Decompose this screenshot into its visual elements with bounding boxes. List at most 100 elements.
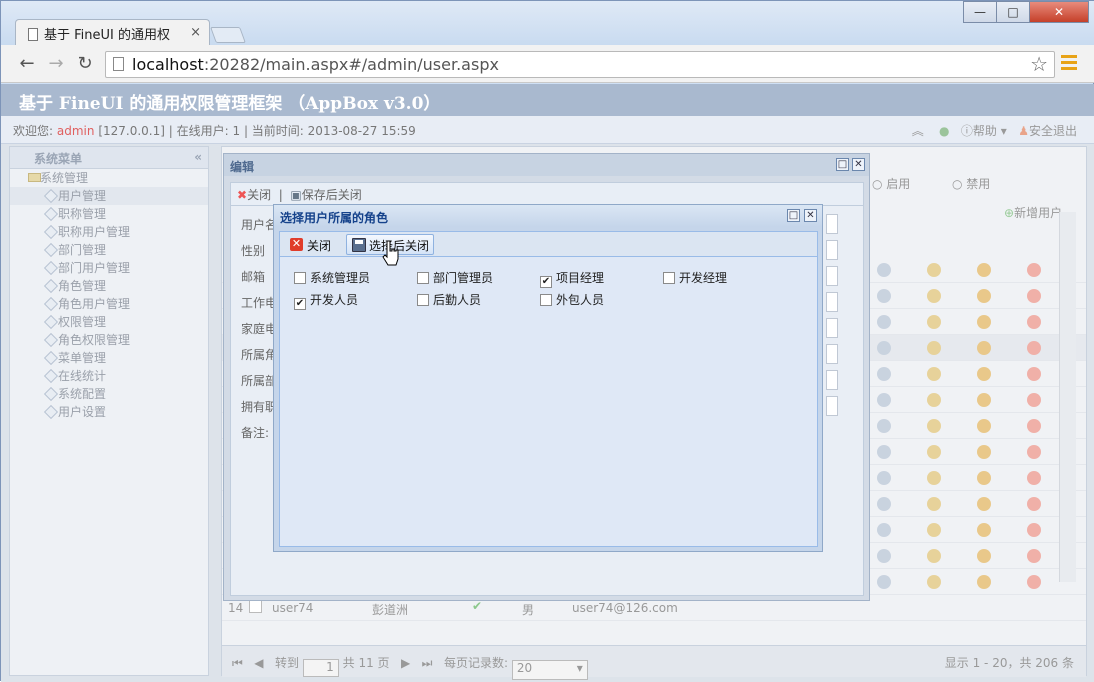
- key-icon[interactable]: [927, 549, 941, 563]
- role-checkbox[interactable]: 外包人员: [540, 291, 604, 308]
- info-icon[interactable]: [877, 471, 891, 485]
- info-icon[interactable]: [877, 419, 891, 433]
- filter-enabled-radio[interactable]: ○ 启用: [872, 177, 910, 191]
- edit-icon[interactable]: [977, 263, 991, 277]
- delete-icon[interactable]: [1027, 523, 1041, 537]
- sidebar-item[interactable]: 职称用户管理: [10, 223, 208, 241]
- form-field[interactable]: [826, 240, 838, 260]
- refresh-icon[interactable]: ●: [939, 124, 949, 138]
- maximize-button[interactable]: □: [996, 1, 1030, 23]
- key-icon[interactable]: [927, 393, 941, 407]
- delete-icon[interactable]: [1027, 497, 1041, 511]
- key-icon[interactable]: [927, 497, 941, 511]
- reload-button[interactable]: ↻: [73, 53, 97, 74]
- sidebar-item[interactable]: 用户设置: [10, 403, 208, 421]
- minimize-button[interactable]: —: [963, 1, 997, 23]
- key-icon[interactable]: [927, 419, 941, 433]
- sidebar-item[interactable]: 职称管理: [10, 205, 208, 223]
- unchecked-box[interactable]: [417, 272, 429, 284]
- key-icon[interactable]: [927, 263, 941, 277]
- info-icon[interactable]: [877, 497, 891, 511]
- sidebar-collapse-icon[interactable]: «: [194, 150, 202, 164]
- delete-icon[interactable]: [1027, 471, 1041, 485]
- sidebar-item[interactable]: 权限管理: [10, 313, 208, 331]
- delete-icon[interactable]: [1027, 289, 1041, 303]
- close-window-button[interactable]: ✕: [1029, 1, 1089, 23]
- edit-icon[interactable]: [977, 419, 991, 433]
- role-close-button[interactable]: ✕ 关闭: [284, 234, 336, 255]
- sidebar-item[interactable]: 角色管理: [10, 277, 208, 295]
- info-icon[interactable]: [877, 341, 891, 355]
- info-icon[interactable]: [877, 445, 891, 459]
- edit-icon[interactable]: [977, 341, 991, 355]
- delete-icon[interactable]: [1027, 315, 1041, 329]
- back-button[interactable]: ←: [15, 53, 39, 74]
- role-close-icon[interactable]: ✕: [804, 209, 817, 222]
- collapse-up-icon[interactable]: ︽: [912, 124, 924, 138]
- sidebar-item[interactable]: 菜单管理: [10, 349, 208, 367]
- info-icon[interactable]: [877, 263, 891, 277]
- sidebar-item[interactable]: 角色权限管理: [10, 331, 208, 349]
- edit-icon[interactable]: [977, 471, 991, 485]
- key-icon[interactable]: [927, 523, 941, 537]
- delete-icon[interactable]: [1027, 393, 1041, 407]
- info-icon[interactable]: [877, 289, 891, 303]
- key-icon[interactable]: [927, 445, 941, 459]
- sidebar-item[interactable]: 用户管理: [10, 187, 208, 205]
- add-user-button[interactable]: ⊕新增用户: [1004, 204, 1062, 221]
- unchecked-box[interactable]: [417, 294, 429, 306]
- sidebar-item[interactable]: 在线统计: [10, 367, 208, 385]
- checked-box[interactable]: ✔: [540, 276, 552, 288]
- role-checkbox[interactable]: 系统管理员: [294, 269, 370, 286]
- tab-close-icon[interactable]: ×: [190, 25, 201, 40]
- page-size-select[interactable]: 20 ▾: [511, 660, 588, 680]
- key-icon[interactable]: [927, 315, 941, 329]
- first-page-icon[interactable]: ⏮: [232, 656, 243, 670]
- edit-icon[interactable]: [977, 393, 991, 407]
- browser-menu-icon[interactable]: [1061, 55, 1077, 71]
- form-field[interactable]: [826, 266, 838, 286]
- row-checkbox[interactable]: [249, 600, 262, 613]
- form-field[interactable]: [826, 370, 838, 390]
- form-field[interactable]: [826, 318, 838, 338]
- delete-icon[interactable]: [1027, 419, 1041, 433]
- info-icon[interactable]: [877, 393, 891, 407]
- filter-disabled-radio[interactable]: ○ 禁用: [952, 175, 990, 192]
- page-input[interactable]: 1: [302, 659, 339, 677]
- role-checkbox[interactable]: 部门管理员: [417, 269, 493, 286]
- delete-icon[interactable]: [1027, 445, 1041, 459]
- sidebar-item[interactable]: 部门管理: [10, 241, 208, 259]
- form-field[interactable]: [826, 292, 838, 312]
- checked-box[interactable]: ✔: [294, 298, 306, 310]
- edit-icon[interactable]: [977, 289, 991, 303]
- new-tab-button[interactable]: [210, 27, 246, 43]
- address-bar[interactable]: localhost:20282/main.aspx#/admin/user.as…: [105, 51, 1055, 78]
- edit-save-close-button[interactable]: ▣保存后关闭: [290, 188, 361, 202]
- role-checkbox[interactable]: ✔ 项目经理: [540, 269, 604, 288]
- bookmark-star-icon[interactable]: ☆: [1030, 52, 1048, 76]
- unchecked-box[interactable]: [663, 272, 675, 284]
- next-page-icon[interactable]: ▶: [401, 656, 410, 670]
- form-field[interactable]: [826, 344, 838, 364]
- form-field[interactable]: [826, 396, 838, 416]
- unchecked-box[interactable]: [294, 272, 306, 284]
- key-icon[interactable]: [927, 575, 941, 589]
- edit-icon[interactable]: [977, 575, 991, 589]
- edit-icon[interactable]: [977, 445, 991, 459]
- grid-scrollbar[interactable]: [1059, 212, 1076, 582]
- logout-link[interactable]: 安全退出: [1029, 124, 1077, 138]
- tree-root[interactable]: 系统管理: [10, 169, 208, 187]
- edit-close-button[interactable]: ✖关闭: [237, 188, 271, 202]
- info-icon[interactable]: [877, 549, 891, 563]
- last-page-icon[interactable]: ⏭: [422, 656, 433, 670]
- info-icon[interactable]: [877, 315, 891, 329]
- edit-icon[interactable]: [977, 523, 991, 537]
- delete-icon[interactable]: [1027, 263, 1041, 277]
- sidebar-item[interactable]: 角色用户管理: [10, 295, 208, 313]
- help-menu[interactable]: 帮助: [973, 124, 997, 138]
- key-icon[interactable]: [927, 367, 941, 381]
- key-icon[interactable]: [927, 341, 941, 355]
- edit-icon[interactable]: [977, 315, 991, 329]
- info-icon[interactable]: [877, 575, 891, 589]
- delete-icon[interactable]: [1027, 367, 1041, 381]
